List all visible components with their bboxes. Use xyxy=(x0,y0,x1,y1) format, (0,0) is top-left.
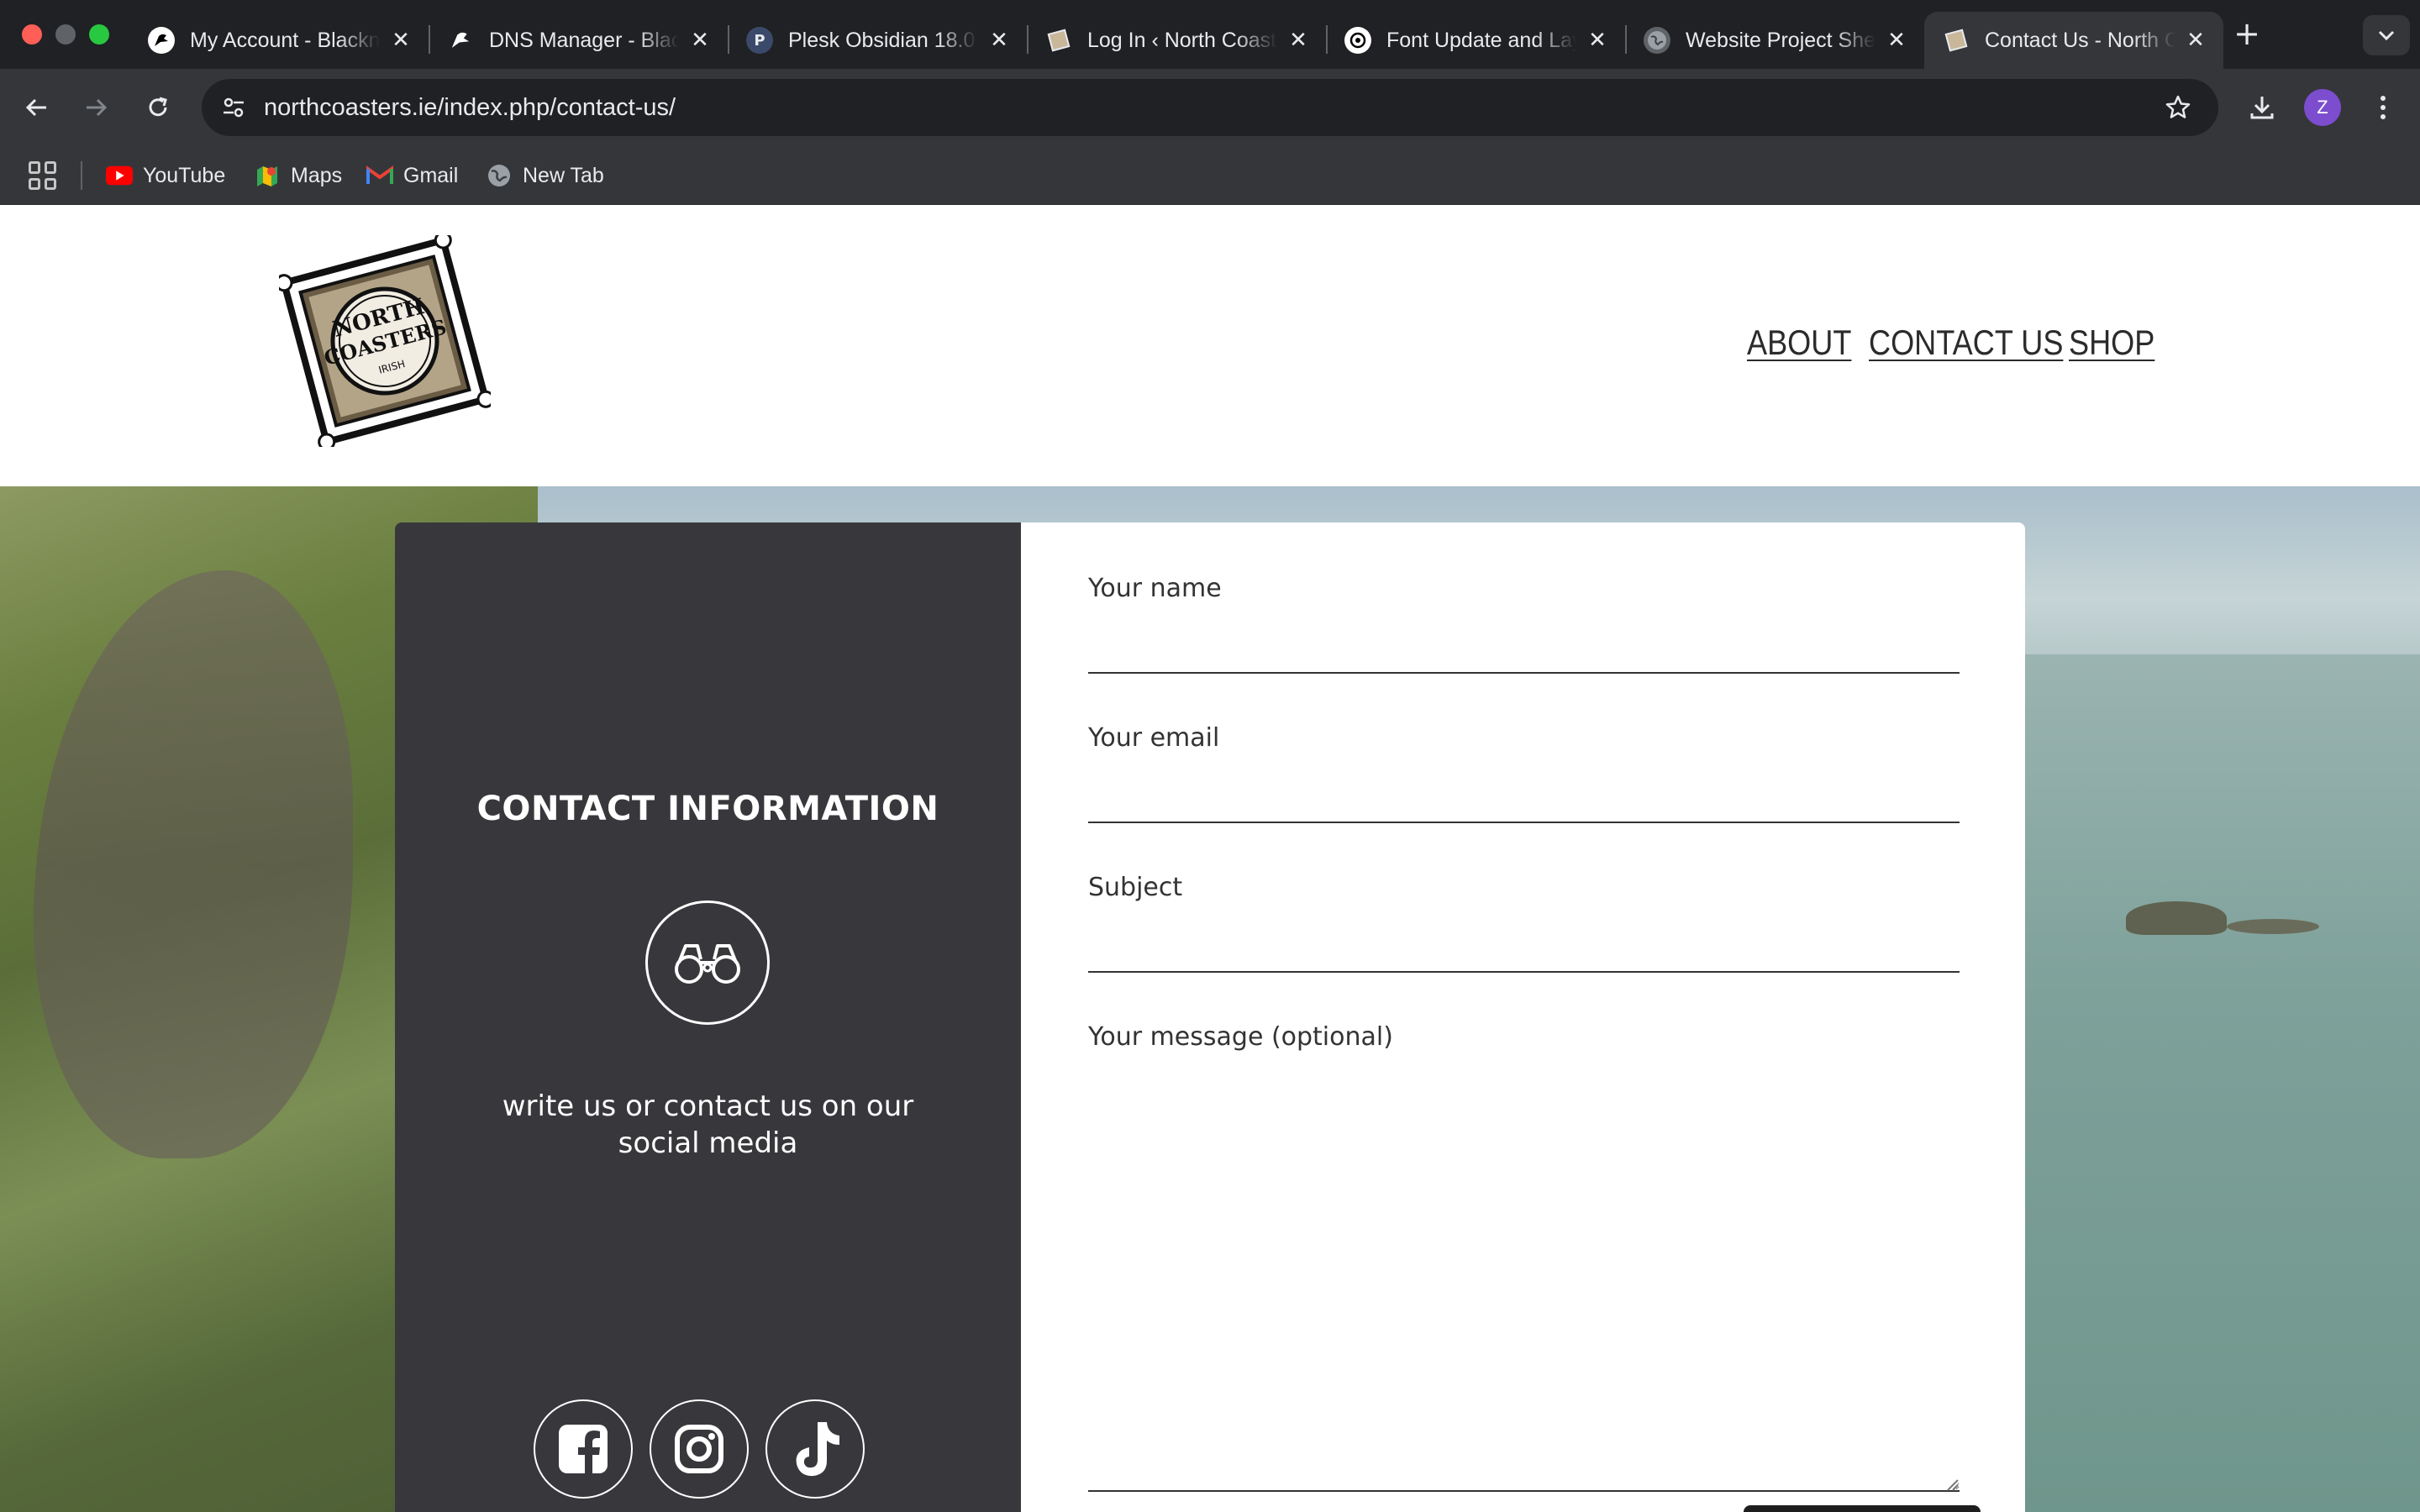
chevron-down-icon xyxy=(2378,30,2395,41)
nav-contact-us[interactable]: CONTACT US xyxy=(1869,323,2063,363)
close-tab-icon[interactable]: ✕ xyxy=(387,26,415,55)
chatgpt-icon xyxy=(1344,27,1371,54)
reload-icon xyxy=(149,97,167,117)
northcoasters-icon xyxy=(1045,27,1072,54)
site-header: NORTH COASTERS IRISH ABOUT CONTACT US SH… xyxy=(0,205,2420,486)
url-text[interactable]: northcoasters.ie/index.php/contact-us/ xyxy=(264,79,676,136)
facebook-icon xyxy=(559,1425,608,1473)
binoculars-icon xyxy=(645,900,770,1025)
close-tab-icon[interactable]: ✕ xyxy=(985,26,1013,55)
close-tab-icon[interactable]: ✕ xyxy=(1882,26,1911,55)
subject-input[interactable] xyxy=(1088,914,1960,973)
tab-contact-us[interactable]: Contact Us - North Coasters ✕ xyxy=(1924,12,2223,69)
close-tab-icon[interactable]: ✕ xyxy=(686,26,714,55)
instagram-icon xyxy=(675,1425,723,1473)
contact-info-panel: CONTACT INFORMATION write us or contact … xyxy=(395,522,1021,1512)
new-tab-button[interactable]: + xyxy=(2228,15,2265,52)
bookmark-maps[interactable]: Maps xyxy=(254,146,342,205)
browser-toolbar: northcoasters.ie/index.php/contact-us/ Z xyxy=(0,69,2420,146)
globe-icon xyxy=(486,162,513,189)
apps-grid-icon[interactable] xyxy=(29,161,57,190)
contact-card: CONTACT INFORMATION write us or contact … xyxy=(395,522,2025,1512)
tab-dns-manager[interactable]: DNS Manager - Blacknight ✕ xyxy=(429,12,729,69)
email-input[interactable] xyxy=(1088,764,1960,823)
minimize-window-button[interactable] xyxy=(55,24,76,45)
site-info-icon[interactable] xyxy=(217,91,250,124)
name-input[interactable] xyxy=(1088,615,1960,674)
contact-form: Your name Your email Subject Your messag… xyxy=(1021,522,2025,1512)
bookmark-label: Gmail xyxy=(403,163,459,187)
profile-avatar[interactable]: Z xyxy=(2304,89,2341,126)
arrow-left-icon xyxy=(25,98,46,117)
arrow-right-icon xyxy=(87,98,108,117)
tab-font-update[interactable]: Font Update and Layout ✕ xyxy=(1326,12,1627,69)
tiktok-icon xyxy=(796,1422,839,1477)
tab-title: Website Project Sheet xyxy=(1686,28,1876,52)
contact-info-text: write us or contact us on our social med… xyxy=(502,1089,914,1160)
bookmark-youtube[interactable]: YouTube xyxy=(106,146,225,205)
tab-strip: My Account - Blacknight ✕ DNS Manager - … xyxy=(0,0,2420,69)
close-tab-icon[interactable]: ✕ xyxy=(1583,26,1612,55)
bookmarks-bar: YouTube Maps Gmail New Tab xyxy=(0,146,2420,205)
more-options-icon[interactable] xyxy=(2363,87,2403,128)
tab-login-north-coasters[interactable]: Log In ‹ North Coasters ✕ xyxy=(1027,12,1328,69)
bookmark-label: Maps xyxy=(291,163,343,187)
forward-button[interactable] xyxy=(76,87,116,128)
tab-search-button[interactable] xyxy=(2363,15,2410,55)
tab-blacknight-account[interactable]: My Account - Blacknight ✕ xyxy=(129,12,430,69)
maps-icon xyxy=(254,162,281,189)
reload-button[interactable] xyxy=(138,87,178,128)
bookmark-label: YouTube xyxy=(143,163,226,187)
tiktok-link[interactable] xyxy=(765,1399,865,1499)
close-tab-icon[interactable]: ✕ xyxy=(2181,26,2210,55)
bookmark-label: New Tab xyxy=(523,163,604,187)
tab-title: Font Update and Layout xyxy=(1386,28,1576,52)
gmail-icon xyxy=(366,162,393,189)
resize-handle-icon[interactable] xyxy=(1944,1476,1959,1491)
tab-plesk[interactable]: P Plesk Obsidian 18.0 ✕ xyxy=(728,12,1028,69)
subject-label: Subject xyxy=(1088,873,1183,902)
globe-icon xyxy=(1644,27,1670,54)
tab-title: My Account - Blacknight xyxy=(190,28,380,52)
plesk-icon: P xyxy=(746,27,773,54)
back-button[interactable] xyxy=(17,87,57,128)
close-window-button[interactable] xyxy=(22,24,42,45)
tab-title: Plesk Obsidian 18.0 xyxy=(788,28,976,52)
facebook-link[interactable] xyxy=(534,1399,633,1499)
web-page: NORTH COASTERS IRISH ABOUT CONTACT US SH… xyxy=(0,205,2420,1512)
tab-title: DNS Manager - Blacknight xyxy=(489,28,679,52)
north-coasters-logo[interactable]: NORTH COASTERS IRISH xyxy=(279,235,491,447)
bookmark-star-icon[interactable] xyxy=(2160,89,2196,126)
northcoasters-icon xyxy=(1943,27,1970,54)
youtube-icon xyxy=(106,162,133,189)
tab-title: Log In ‹ North Coasters xyxy=(1087,28,1277,52)
close-tab-icon[interactable]: ✕ xyxy=(1284,26,1313,55)
maximize-window-button[interactable] xyxy=(89,24,109,45)
email-label: Your email xyxy=(1088,723,1220,753)
bookmark-gmail[interactable]: Gmail xyxy=(366,146,458,205)
nav-shop[interactable]: SHOP xyxy=(2069,323,2154,363)
message-label: Your message (optional) xyxy=(1088,1022,1393,1052)
message-textarea[interactable] xyxy=(1088,1089,1960,1492)
blacknight-icon xyxy=(447,27,474,54)
address-bar[interactable]: northcoasters.ie/index.php/contact-us/ xyxy=(202,79,2218,136)
tab-website-project[interactable]: Website Project Sheet ✕ xyxy=(1625,12,1924,69)
tab-title: Contact Us - North Coasters xyxy=(1985,28,2175,52)
submit-button[interactable] xyxy=(1744,1505,1981,1512)
instagram-link[interactable] xyxy=(650,1399,749,1499)
download-icon[interactable] xyxy=(2242,87,2282,128)
hero-background-image: CONTACT INFORMATION write us or contact … xyxy=(0,486,2420,1512)
contact-info-title: CONTACT INFORMATION xyxy=(476,790,939,828)
bookmark-new-tab[interactable]: New Tab xyxy=(486,146,604,205)
blacknight-icon xyxy=(148,27,175,54)
nav-about[interactable]: ABOUT xyxy=(1747,323,1851,363)
name-label: Your name xyxy=(1088,574,1222,603)
